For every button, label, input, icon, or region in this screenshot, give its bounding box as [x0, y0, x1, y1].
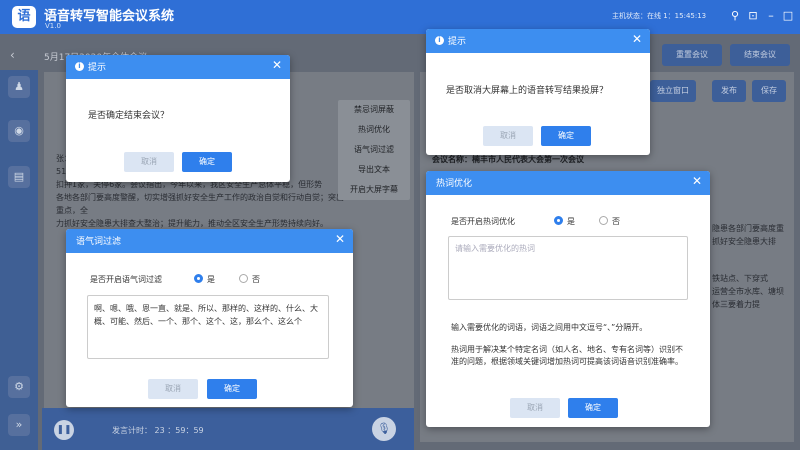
dialog-header: i 提示 ✕ [426, 29, 650, 53]
menu-item-forbidden-words[interactable]: 禁忌词屏蔽 [338, 100, 410, 120]
dialog-header: i 提示 ✕ [66, 55, 290, 79]
cancel-button[interactable]: 取消 [510, 398, 560, 418]
hotword-no-label: 否 [612, 217, 620, 226]
speech-timer: 发言计时： 23 ：59：59 [112, 426, 204, 435]
publish-button[interactable]: 发布 [712, 80, 746, 102]
cancel-button[interactable]: 取消 [148, 379, 198, 399]
confirm-button[interactable]: 确定 [182, 152, 232, 172]
save-button[interactable]: 保存 [752, 80, 786, 102]
mic-icon[interactable]: 🎙 [372, 417, 396, 441]
end-meeting-dialog: i 提示 ✕ 是否确定结束会议？ 取消 确定 [66, 55, 290, 182]
info-icon: i [75, 62, 84, 71]
confirm-button[interactable]: 确定 [568, 398, 618, 418]
eye-icon[interactable]: ◉ [8, 120, 30, 142]
title-bar: 语 语音转写智能会议系统 V1.0 主机状态：在线 1：15:45:13 ⚲ ⊡… [0, 0, 800, 34]
cancel-button[interactable]: 取消 [483, 126, 533, 146]
hotword-no-radio[interactable] [599, 216, 608, 225]
filler-yes-radio[interactable] [194, 274, 203, 283]
hotword-dialog: 热词优化 ✕ 是否开启热词优化 是 否 请输入需要优化的热词 输入需要优化的词语… [426, 171, 710, 427]
end-meeting-button[interactable]: 结束会议 [730, 44, 790, 66]
document-icon[interactable]: ▤ [8, 166, 30, 188]
filler-no-radio[interactable] [239, 274, 248, 283]
audio-bar: ❚❚ 发言计时： 23 ：59：59 🎙 [42, 408, 414, 450]
dialog-header: 热词优化 ✕ [426, 171, 710, 195]
dialog-title: 提示 [448, 37, 467, 47]
context-menu: 禁忌词屏蔽 热词优化 语气词过滤 导出文本 开启大屏字幕 [338, 100, 410, 200]
menu-item-big-screen[interactable]: 开启大屏字幕 [338, 180, 410, 200]
hotword-hint: 输入需要优化的词语，词语之间用中文逗号“、”分隔开。 [451, 323, 648, 332]
filler-yes-label: 是 [207, 275, 215, 284]
menu-item-export-text[interactable]: 导出文本 [338, 160, 410, 180]
dialog-message: 是否取消大屏幕上的语音转写结果投屏？ [446, 86, 609, 96]
pin-icon[interactable]: ⚲ [728, 9, 742, 23]
close-icon[interactable]: ✕ [692, 174, 702, 188]
host-status: 主机状态：在线 1：15:45:13 [612, 12, 707, 20]
minimize-icon[interactable]: – [764, 9, 778, 23]
app-version: V1.0 [45, 22, 61, 30]
app-logo: 语 [12, 6, 36, 28]
filler-question: 是否开启语气词过滤 [90, 275, 162, 284]
lock-icon[interactable]: ⊡ [746, 9, 760, 23]
user-icon[interactable]: ♟ [8, 76, 30, 98]
close-icon[interactable]: ✕ [632, 32, 642, 46]
filler-no-label: 否 [252, 275, 260, 284]
filler-words-textarea[interactable]: 啊、嗯、哦、恩一直、就是、所以、那样的、这样的、什么、大概、可能、然后、一个、那… [87, 295, 329, 359]
dialog-title: 语气词过滤 [76, 237, 122, 247]
filler-filter-dialog: 语气词过滤 ✕ 是否开启语气词过滤 是 否 啊、嗯、哦、恩一直、就是、所以、那样… [66, 229, 353, 407]
dialog-message: 是否确定结束会议？ [88, 111, 170, 121]
gear-icon[interactable]: ⚙ [8, 376, 30, 398]
dialog-title: 提示 [88, 63, 107, 73]
dialog-header: 语气词过滤 ✕ [66, 229, 353, 253]
maximize-icon[interactable]: □ [781, 9, 795, 23]
hotword-input[interactable]: 请输入需要优化的热词 [448, 236, 688, 300]
app-title: 语音转写智能会议系统 [44, 9, 175, 24]
menu-item-hotword[interactable]: 热词优化 [338, 120, 410, 140]
cancel-projection-dialog: i 提示 ✕ 是否取消大屏幕上的语音转写结果投屏？ 取消 确定 [426, 29, 650, 155]
confirm-button[interactable]: 确定 [207, 379, 257, 399]
cancel-button[interactable]: 取消 [124, 152, 174, 172]
pause-icon[interactable]: ❚❚ [54, 420, 74, 440]
dialog-title: 热词优化 [436, 179, 473, 189]
transcript-right: 隐患各部门要高度重 抓好安全隐患大排 铁站点、下穿式 运营全市水库、塘坝 体三要… [712, 224, 784, 309]
confirm-button[interactable]: 确定 [541, 126, 591, 146]
hotword-yes-label: 是 [567, 217, 575, 226]
close-icon[interactable]: ✕ [272, 58, 282, 72]
expand-icon[interactable]: » [8, 414, 30, 436]
hotword-question: 是否开启热词优化 [451, 217, 515, 226]
hotword-description: 热词用于解决某个特定名词（如人名、地名、专有名词等）识别不准的问题，根据领域关键… [451, 345, 683, 366]
restart-meeting-button[interactable]: 重置会议 [662, 44, 722, 66]
standalone-window-button[interactable]: 独立窗口 [650, 80, 696, 102]
hotword-yes-radio[interactable] [554, 216, 563, 225]
back-arrow-icon[interactable]: ‹ [10, 48, 15, 62]
menu-item-filler-filter[interactable]: 语气词过滤 [338, 140, 410, 160]
info-icon: i [435, 36, 444, 45]
sidebar: ♟ ◉ ▤ ⚙ » [0, 70, 38, 450]
close-icon[interactable]: ✕ [335, 232, 345, 246]
